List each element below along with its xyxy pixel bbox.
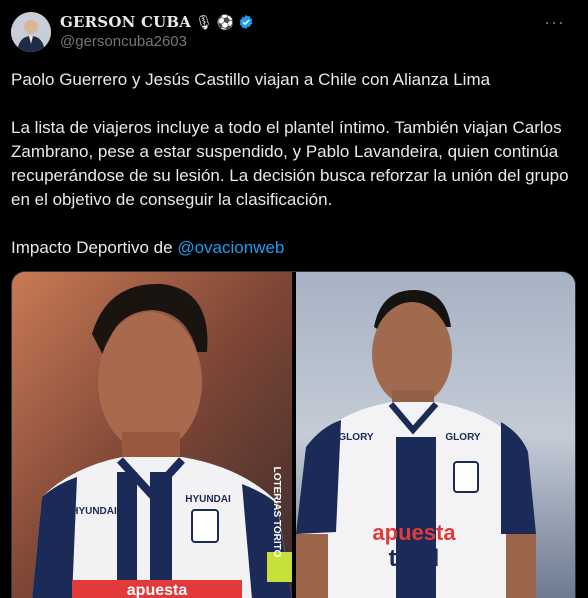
photo-paolo-guerrero[interactable]: HYUNDAI HYUNDAI LOTERIAS TORITO apuesta bbox=[12, 272, 292, 598]
display-name[interactable]: GERSON CUBA bbox=[60, 13, 191, 31]
shirt-line1-text: apuesta bbox=[372, 520, 456, 545]
shirt-line2-text: total bbox=[389, 545, 440, 572]
sponsor-left-text: GLORY bbox=[338, 432, 374, 443]
player-photo-right: GLORY GLORY apuestatotal bbox=[296, 272, 575, 598]
player-photo-left: HYUNDAI HYUNDAI LOTERIAS TORITO apuesta bbox=[12, 272, 292, 598]
sponsor-right-text: GLORY bbox=[445, 432, 481, 443]
photo-jesus-castillo[interactable]: GLORY GLORY apuesta total bbox=[296, 272, 575, 598]
avatar[interactable] bbox=[11, 12, 51, 52]
side-text: LOTERIAS TORITO bbox=[271, 467, 282, 558]
mention-link[interactable]: @ovacionweb bbox=[177, 238, 284, 257]
microphone-icon: 🎙 bbox=[195, 14, 213, 30]
avatar-person-icon bbox=[11, 12, 51, 52]
more-options-icon[interactable]: ··· bbox=[544, 12, 565, 33]
soccer-ball-icon: ⚽ bbox=[216, 14, 235, 30]
author-handle[interactable]: @gersoncuba2603 bbox=[60, 33, 187, 50]
tweet-headline: Paolo Guerrero y Jesús Castillo viajan a… bbox=[11, 70, 491, 89]
tweet-text: Paolo Guerrero y Jesús Castillo viajan a… bbox=[11, 68, 576, 260]
verified-badge-icon bbox=[240, 15, 253, 29]
sponsor-text: HYUNDAI bbox=[185, 494, 231, 505]
tweet-credit-prefix: Impacto Deportivo de bbox=[11, 238, 178, 257]
author-name-row: GERSON CUBA 🎙 ⚽ bbox=[60, 13, 254, 31]
tweet-body: La lista de viajeros incluye a todo el p… bbox=[11, 118, 574, 209]
bottom-text: apuesta bbox=[127, 582, 188, 598]
sponsor-text: HYUNDAI bbox=[71, 506, 117, 517]
tweet: GERSON CUBA 🎙 ⚽ @gersoncuba2603 ··· Paol… bbox=[0, 0, 588, 598]
tweet-media[interactable]: HYUNDAI HYUNDAI LOTERIAS TORITO apuesta bbox=[11, 271, 576, 598]
